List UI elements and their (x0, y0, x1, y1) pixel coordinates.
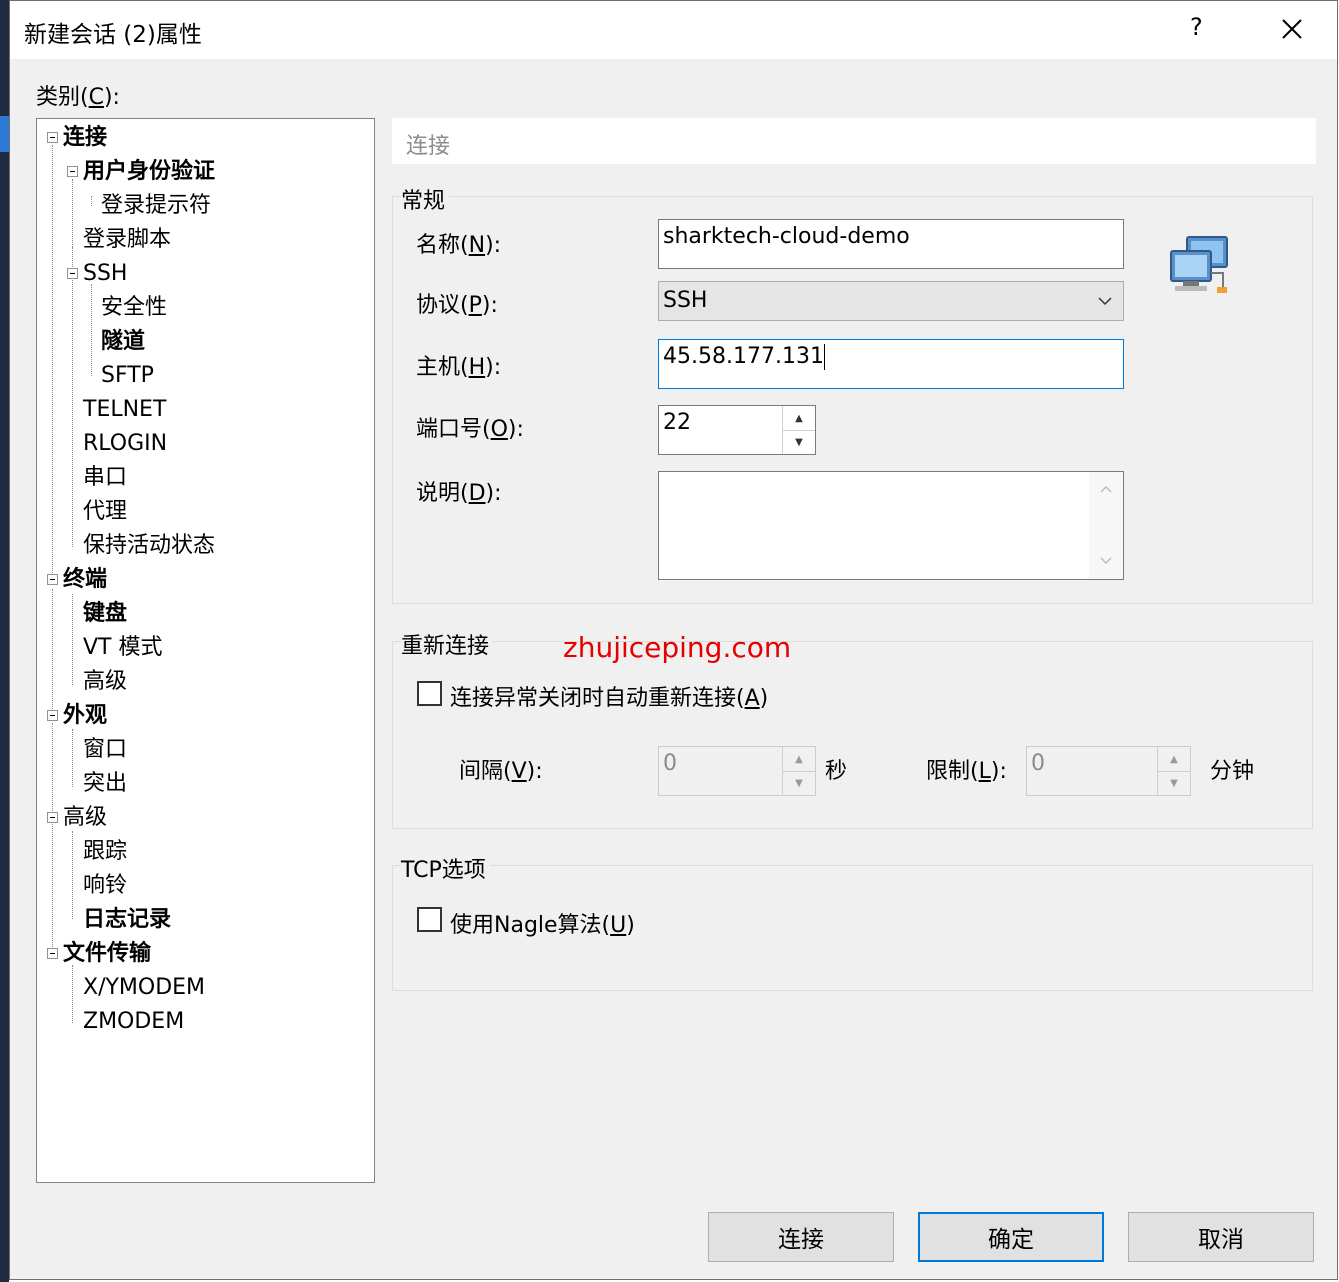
title-bar: 新建会话 (2)属性 ? (10, 1, 1337, 59)
name-label: 名称(N): (416, 233, 502, 258)
auto-reconnect-label[interactable]: 连接异常关闭时自动重新连接(A) (450, 680, 768, 712)
port-value: 22 (663, 410, 691, 435)
spin-down-icon[interactable]: ▼ (783, 771, 815, 795)
limit-value: 0 (1031, 751, 1045, 776)
ok-button[interactable]: 确定 (918, 1212, 1104, 1262)
spin-down-icon[interactable]: ▼ (783, 430, 815, 454)
tree-security[interactable]: 安全性 (101, 295, 167, 321)
network-computers-icon (1167, 233, 1233, 299)
tree-keepalive[interactable]: 保持活动状态 (83, 533, 215, 559)
collapse-icon[interactable] (67, 166, 78, 177)
host-label: 主机(H): (416, 355, 502, 380)
port-spinner[interactable]: ▲ ▼ (782, 406, 815, 454)
tree-connection[interactable]: 连接 (63, 125, 107, 151)
protocol-label: 协议(P): (416, 293, 498, 318)
interval-unit: 秒 (825, 759, 848, 784)
help-button[interactable]: ? (1190, 13, 1203, 41)
tree-proxy[interactable]: 代理 (83, 499, 127, 525)
tree-logging[interactable]: 日志记录 (83, 907, 171, 933)
port-input[interactable]: 22 ▲ ▼ (658, 405, 816, 455)
tree-terminal-advanced[interactable]: 高级 (83, 669, 127, 695)
nagle-checkbox[interactable] (417, 907, 442, 932)
general-group-label: 常规 (401, 183, 450, 215)
interval-input[interactable]: 0 ▲ ▼ (658, 746, 816, 796)
protocol-select[interactable]: SSH (658, 281, 1124, 321)
collapse-icon[interactable] (47, 574, 58, 585)
tree-login-prompt[interactable]: 登录提示符 (101, 193, 211, 219)
nagle-label[interactable]: 使用Nagle算法(U) (450, 907, 635, 939)
name-input[interactable]: sharktech-cloud-demo (658, 219, 1124, 269)
collapse-icon[interactable] (47, 812, 58, 823)
connect-button[interactable]: 连接 (708, 1212, 894, 1262)
category-tree[interactable]: 连接 用户身份验证 登录提示符 登录脚本 SSH 安全性 隧道 SFTP TEL… (36, 118, 375, 1183)
tree-bell[interactable]: 响铃 (83, 873, 127, 899)
tcp-group-label: TCP选项 (401, 852, 490, 884)
interval-value: 0 (663, 751, 677, 776)
collapse-icon[interactable] (47, 948, 58, 959)
interval-spinner[interactable]: ▲ ▼ (782, 747, 815, 795)
interval-label: 间隔(V): (459, 759, 543, 784)
collapse-icon[interactable] (47, 710, 58, 721)
port-label: 端口号(O): (416, 417, 524, 442)
limit-input[interactable]: 0 ▲ ▼ (1026, 746, 1191, 796)
tree-xymodem[interactable]: X/YMODEM (83, 975, 205, 1001)
spin-up-icon[interactable]: ▲ (783, 747, 815, 772)
spin-up-icon[interactable]: ▲ (783, 406, 815, 431)
tree-serial[interactable]: 串口 (83, 465, 127, 491)
spin-up-icon[interactable]: ▲ (1158, 747, 1190, 772)
tree-appearance[interactable]: 外观 (63, 703, 107, 729)
text-cursor (823, 344, 825, 370)
limit-unit: 分钟 (1210, 759, 1255, 784)
tree-trace[interactable]: 跟踪 (83, 839, 127, 865)
tree-advanced[interactable]: 高级 (63, 805, 107, 831)
limit-label: 限制(L): (926, 759, 1007, 784)
tree-auth[interactable]: 用户身份验证 (83, 159, 215, 185)
tree-tunnel[interactable]: 隧道 (101, 329, 145, 355)
tree-vt-mode[interactable]: VT 模式 (83, 635, 162, 661)
session-properties-dialog: 新建会话 (2)属性 ? 类别(C): 连接 用户身份验证 登录提示符 登录脚本… (9, 0, 1338, 1280)
window-title: 新建会话 (2)属性 (24, 22, 202, 48)
tree-sftp[interactable]: SFTP (101, 363, 154, 389)
host-input[interactable]: 45.58.177.131 (658, 339, 1124, 389)
protocol-value: SSH (663, 288, 708, 313)
tree-terminal[interactable]: 终端 (63, 567, 107, 593)
section-header: 连接 (392, 118, 1316, 164)
collapse-icon[interactable] (47, 132, 58, 143)
collapse-icon[interactable] (67, 268, 78, 279)
tree-zmodem[interactable]: ZMODEM (83, 1009, 184, 1035)
tree-file-transfer[interactable]: 文件传输 (63, 941, 151, 967)
limit-spinner[interactable]: ▲ ▼ (1157, 747, 1190, 795)
scroll-up-icon (1100, 485, 1112, 493)
watermark-text: zhujiceping.com (563, 631, 792, 664)
spin-down-icon[interactable]: ▼ (1158, 771, 1190, 795)
tree-ssh[interactable]: SSH (83, 261, 127, 287)
description-label: 说明(D): (416, 481, 502, 506)
section-title: 连接 (406, 134, 451, 159)
category-label: 类别(C): (36, 85, 120, 110)
chevron-down-icon (1097, 290, 1113, 315)
tree-highlight[interactable]: 突出 (83, 771, 127, 797)
tree-window[interactable]: 窗口 (83, 737, 127, 763)
reconnect-group-label: 重新连接 (401, 628, 494, 660)
tree-telnet[interactable]: TELNET (83, 397, 166, 423)
cancel-button[interactable]: 取消 (1128, 1212, 1314, 1262)
auto-reconnect-checkbox[interactable] (417, 681, 442, 706)
tree-login-script[interactable]: 登录脚本 (83, 227, 171, 253)
description-textarea[interactable] (658, 471, 1124, 580)
close-icon[interactable] (1272, 9, 1312, 49)
scroll-down-icon (1100, 557, 1112, 565)
host-value: 45.58.177.131 (663, 344, 824, 369)
reconnect-group (392, 641, 1313, 829)
tree-rlogin[interactable]: RLOGIN (83, 431, 167, 457)
tree-keyboard[interactable]: 键盘 (83, 601, 127, 627)
background-window-strip (0, 0, 9, 1282)
vertical-scrollbar[interactable] (1089, 472, 1123, 579)
